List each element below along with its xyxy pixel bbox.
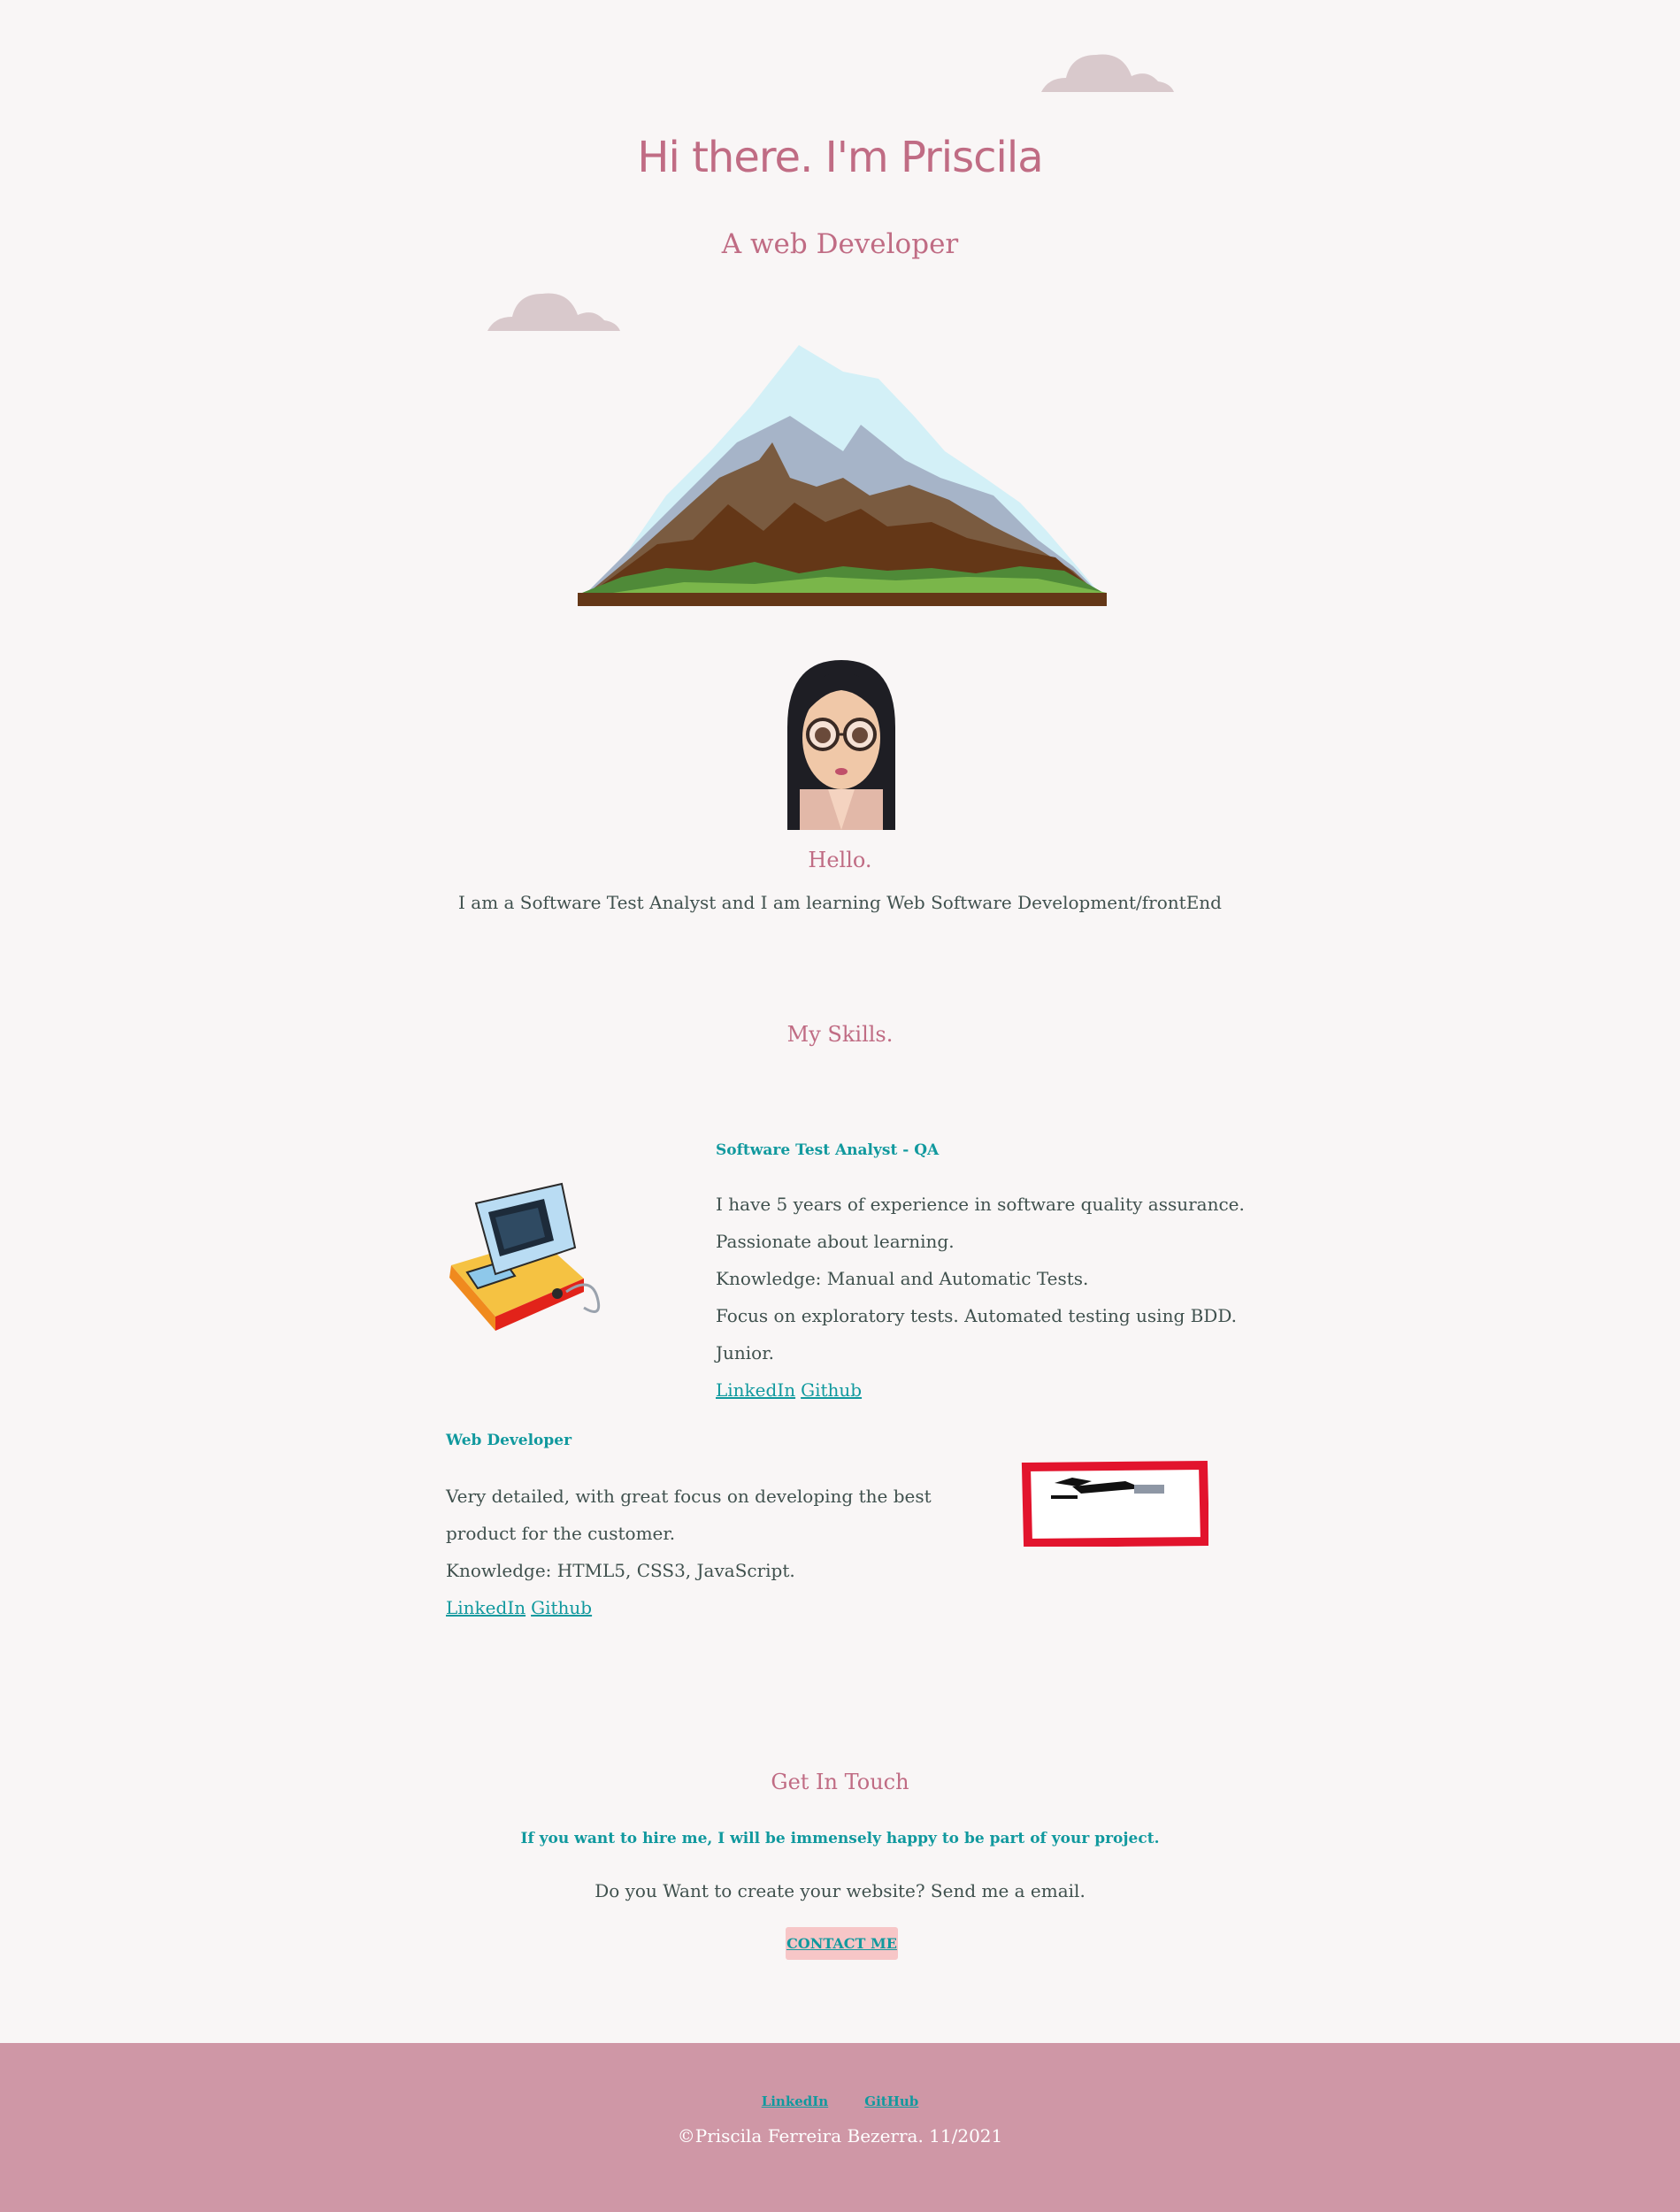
copyright: ©Priscila Ferreira Bezerra. 11/2021 (677, 2125, 1003, 2147)
github-link[interactable]: Github (801, 1379, 862, 1401)
contact-tagline: If you want to hire me, I will be immens… (520, 1830, 1160, 1847)
skills-title: My Skills. (786, 1022, 894, 1047)
github-link[interactable]: Github (531, 1597, 592, 1618)
skill-title: Web Developer (446, 1432, 572, 1449)
profile-intro: I am a Software Test Analyst and I am le… (458, 892, 1222, 913)
page-subtitle: A web Developer (721, 228, 959, 260)
footer-github-link[interactable]: GitHub (864, 2093, 918, 2109)
footer: LinkedIn GitHub ©Priscila Ferreira Bezer… (0, 2043, 1680, 2212)
profile-greeting: Hello. (808, 848, 872, 872)
page-title: Hi there. I'm Priscila (637, 133, 1043, 182)
avatar (787, 660, 895, 830)
skill-focus: Focus on exploratory tests. Automated te… (716, 1305, 1238, 1363)
contact-me-button[interactable]: CONTACT ME (786, 1927, 898, 1960)
skill-card-qa: Software Test Analyst - QA I have 5 year… (716, 1141, 1247, 1410)
linkedin-link[interactable]: LinkedIn (446, 1597, 525, 1618)
skill-description: I have 5 years of experience in software… (716, 1194, 1245, 1252)
cloud-top-right (1041, 54, 1174, 92)
linkedin-link[interactable]: LinkedIn (716, 1379, 795, 1401)
contact-text: Do you Want to create your website? Send… (595, 1880, 1085, 1901)
footer-linkedin-link[interactable]: LinkedIn (762, 2093, 829, 2109)
mountain-illustration (578, 345, 1107, 606)
cloud-left (487, 293, 620, 331)
skill-card-web: Web Developer Very detailed, with great … (446, 1432, 977, 1628)
skill-knowledge: Knowledge: Manual and Automatic Tests. (716, 1268, 1089, 1289)
skill-description: Very detailed, with great focus on devel… (446, 1486, 932, 1544)
computer-illustration (449, 1182, 601, 1331)
skill-knowledge: Knowledge: HTML5, CSS3, JavaScript. (446, 1560, 795, 1581)
browser-illustration (1021, 1460, 1208, 1547)
skill-title: Software Test Analyst - QA (716, 1141, 940, 1159)
contact-title: Get In Touch (771, 1770, 909, 1794)
